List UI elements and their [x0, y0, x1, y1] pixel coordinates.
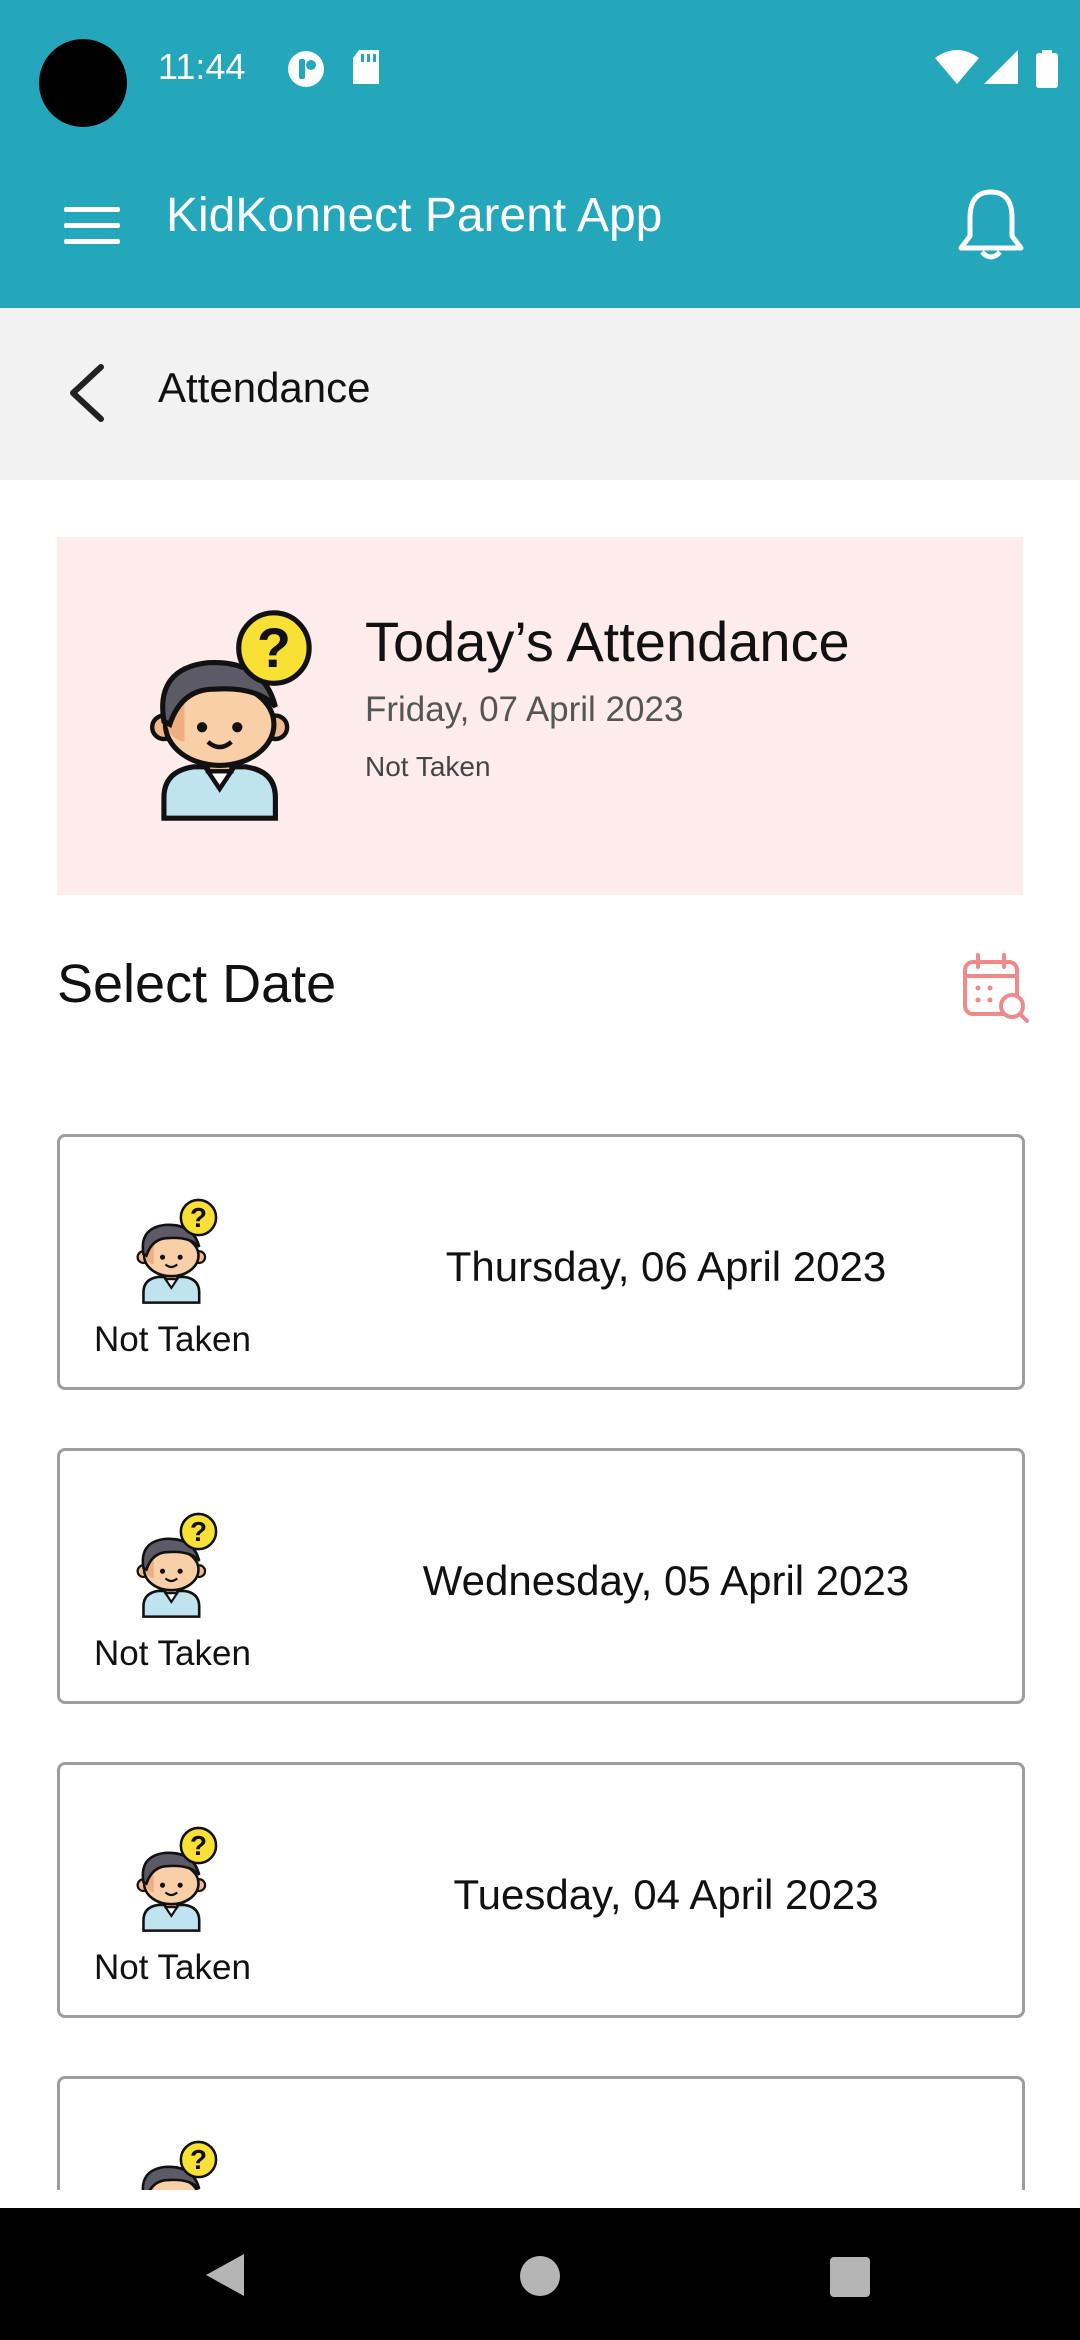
day-date: Thursday, 06 April 2023	[445, 1243, 887, 1290]
app-bar: KidKonnect Parent App	[0, 140, 1080, 308]
calendar-search-icon	[960, 953, 1030, 1028]
status-time: 11:44	[158, 46, 246, 87]
student-question-icon	[125, 1197, 225, 1312]
nav-back-button[interactable]	[200, 2250, 250, 2305]
battery-icon	[1036, 50, 1058, 93]
bell-icon	[950, 189, 1032, 272]
sd-card-icon	[351, 50, 381, 91]
notifications-button[interactable]	[950, 180, 1032, 268]
page-title: Attendance	[158, 364, 371, 411]
day-status: Not Taken	[94, 1634, 251, 1673]
day-status: Not Taken	[94, 1320, 251, 1359]
today-attendance-card: Today’s Attendance Friday, 07 April 2023…	[57, 537, 1023, 895]
page-header: Attendance	[0, 308, 1080, 480]
attendance-day-card[interactable]: Not Taken Thursday, 06 April 2023	[57, 1134, 1025, 1390]
day-status: Not Taken	[94, 1948, 251, 1987]
app-title: KidKonnect Parent App	[166, 189, 663, 242]
tracker-icon	[287, 50, 325, 93]
student-question-icon	[127, 607, 327, 832]
status-bar: 11:44	[0, 0, 1080, 140]
wifi-icon	[935, 50, 979, 91]
nav-home-button[interactable]	[520, 2256, 560, 2296]
chevron-left-icon	[55, 364, 125, 437]
camera-cutout	[39, 39, 127, 127]
menu-button[interactable]	[50, 185, 136, 265]
select-date-label: Select Date	[57, 954, 337, 1014]
attendance-day-card[interactable]	[57, 2076, 1025, 2190]
today-date: Friday, 07 April 2023	[365, 690, 684, 729]
signal-icon	[984, 50, 1018, 91]
day-date: Wednesday, 05 April 2023	[422, 1557, 910, 1604]
attendance-day-card[interactable]: Not Taken Tuesday, 04 April 2023	[57, 1762, 1025, 2018]
student-question-icon	[125, 2139, 225, 2190]
menu-icon	[50, 207, 136, 269]
attendance-day-card[interactable]: Not Taken Wednesday, 05 April 2023	[57, 1448, 1025, 1704]
student-question-icon	[125, 1825, 225, 1940]
day-date: Tuesday, 04 April 2023	[453, 1871, 879, 1918]
nav-recents-button[interactable]	[830, 2257, 870, 2297]
today-attendance-title: Today’s Attendance	[365, 610, 850, 673]
student-question-icon	[125, 1511, 225, 1626]
system-nav-bar	[0, 2208, 1080, 2340]
calendar-search-button[interactable]	[960, 952, 1030, 1029]
back-button[interactable]	[55, 353, 125, 433]
today-status: Not Taken	[365, 751, 491, 782]
